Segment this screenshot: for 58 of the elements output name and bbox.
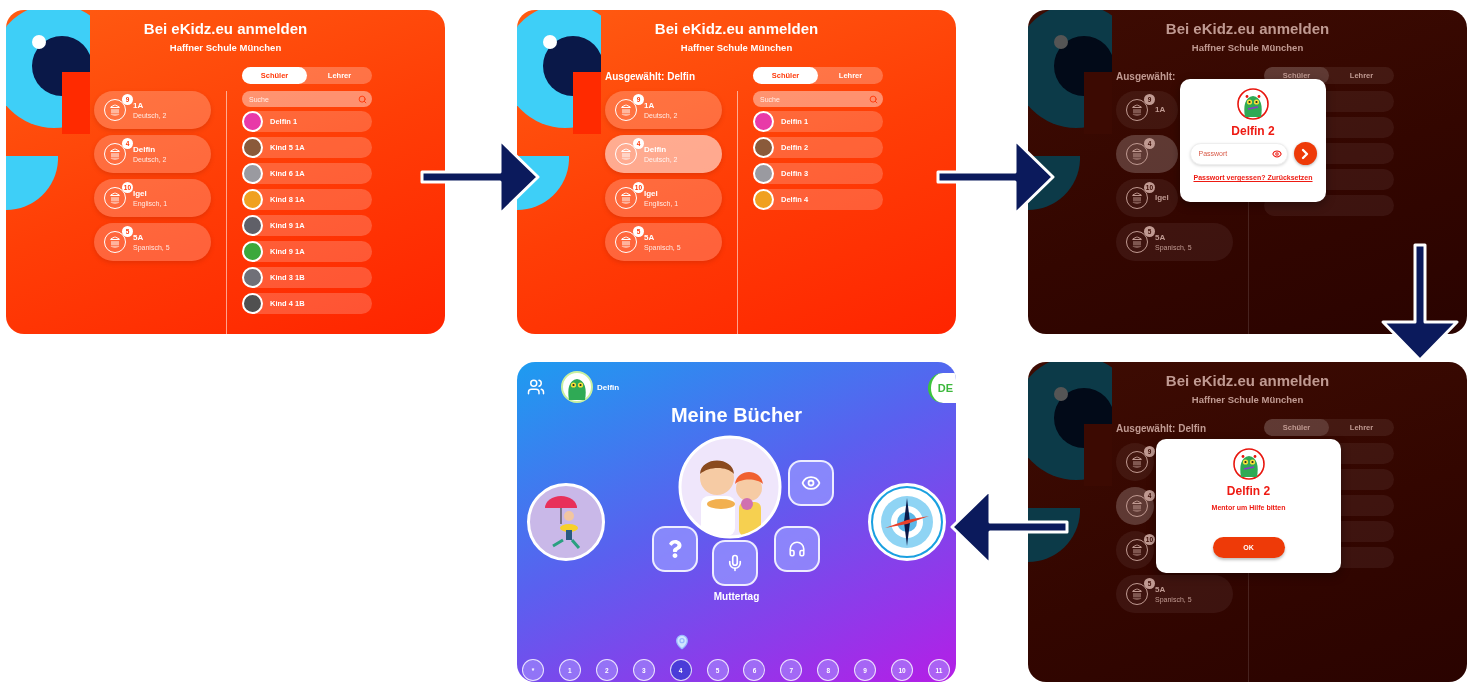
quiz-button[interactable]	[651, 526, 698, 572]
class-name: 5A	[1155, 584, 1167, 595]
record-button[interactable]	[711, 540, 758, 586]
selected-class-label: Ausgewählt: Delfin	[605, 70, 695, 82]
avatar-icon	[242, 267, 263, 288]
class-name: Igel	[133, 188, 148, 199]
listen-button[interactable]	[773, 526, 820, 572]
school-name: Haffner Schule München	[680, 42, 793, 54]
headphones-icon	[787, 540, 806, 558]
avatar-icon	[242, 215, 263, 236]
monster-avatar	[1232, 448, 1265, 480]
location-pin-icon	[673, 634, 690, 650]
class-name: 5A	[1155, 232, 1167, 243]
student-name: Delfin 2	[1226, 484, 1271, 498]
class-name: Igel	[644, 188, 659, 199]
monster-avatar[interactable]	[561, 371, 593, 403]
student-name: Delfin 2	[1231, 124, 1275, 138]
avatar-icon	[242, 189, 263, 210]
class-name: Igel	[1155, 193, 1169, 203]
school-name: Haffner Schule München	[1191, 394, 1304, 406]
class-name: Delfin	[644, 144, 668, 155]
people-icon[interactable]	[527, 378, 545, 396]
school-name: Haffner Schule München	[1191, 42, 1304, 54]
avatar-icon	[242, 137, 263, 158]
class-name: 5A	[133, 232, 145, 243]
search-icon	[869, 94, 878, 104]
class-name: 5A	[644, 232, 656, 243]
screen-title: Meine Bücher	[669, 404, 804, 426]
avatar-icon	[753, 189, 774, 210]
search-icon	[358, 94, 367, 104]
class-name: 1A	[644, 100, 656, 111]
screen-title: Bei eKidz.eu anmelden	[1165, 20, 1330, 38]
avatar-icon	[242, 241, 263, 262]
school-name: Haffner Schule München	[169, 42, 282, 54]
class-name: Delfin	[133, 144, 157, 155]
monster-avatar	[1237, 88, 1269, 120]
book-cover-picture[interactable]	[677, 435, 782, 539]
book-title: Muttertag	[712, 591, 761, 602]
next-button[interactable]	[1293, 142, 1317, 165]
screen-title: Bei eKidz.eu anmelden	[1165, 372, 1330, 390]
avatar-icon	[242, 163, 263, 184]
avatar-icon	[242, 111, 263, 132]
class-name: 1A	[1155, 105, 1166, 115]
screen-title: Bei eKidz.eu anmelden	[654, 20, 819, 38]
read-button[interactable]	[787, 460, 834, 506]
eye-icon[interactable]	[1271, 148, 1282, 159]
compass-drawing	[871, 486, 943, 558]
avatar-icon	[753, 137, 774, 158]
language-button[interactable]: DE	[928, 373, 956, 403]
screen-title: Bei eKidz.eu anmelden	[143, 20, 308, 38]
eye-icon	[800, 473, 821, 493]
selected-class-label: Ausgewählt:	[1116, 70, 1176, 82]
avatar-icon	[753, 163, 774, 184]
user-name: Delfin	[597, 382, 620, 392]
class-name: 1A	[133, 100, 145, 111]
avatar-icon	[753, 111, 774, 132]
selected-class-label: Ausgewählt: Delfin	[1116, 422, 1206, 434]
avatar-icon	[242, 293, 263, 314]
